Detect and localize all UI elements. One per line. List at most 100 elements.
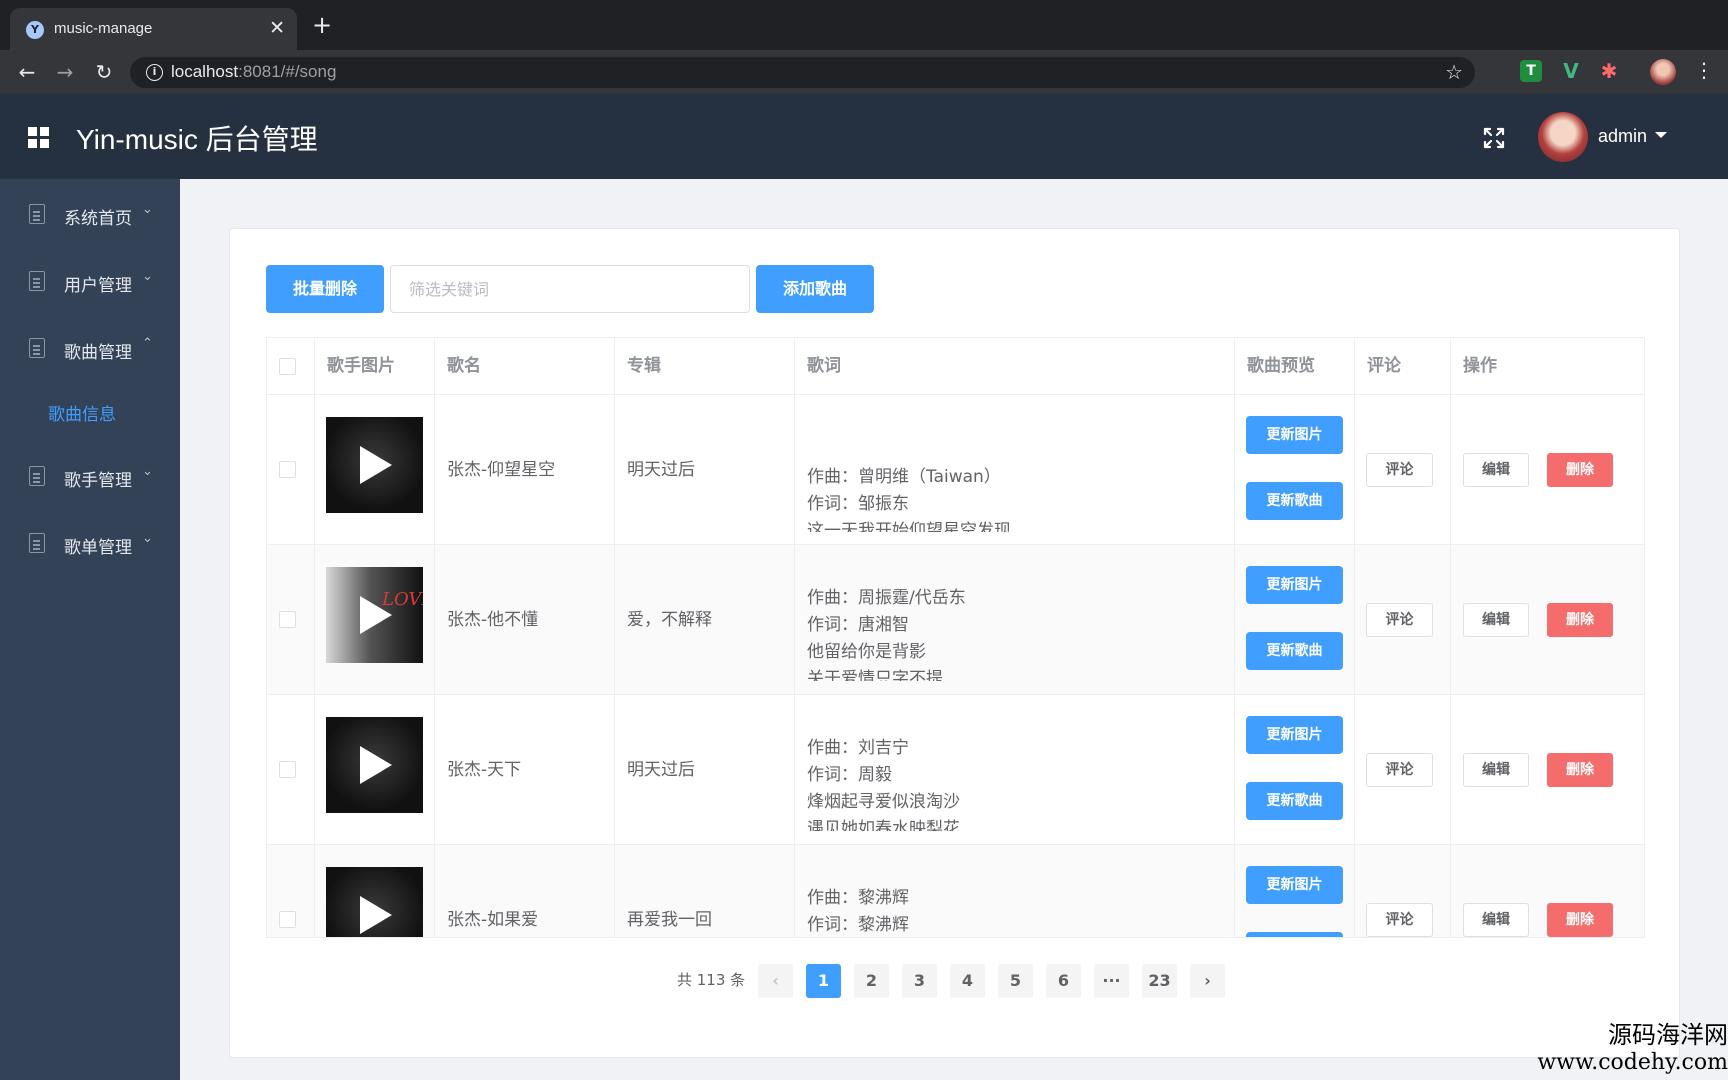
sidebar-subitem-song-info[interactable]: 歌曲信息	[48, 400, 116, 425]
song-name: 张杰-仰望星空	[435, 395, 615, 545]
singer-cover-image[interactable]	[326, 417, 423, 513]
next-page-button[interactable]: ›	[1190, 964, 1225, 998]
edit-button[interactable]: 编辑	[1463, 603, 1529, 637]
edit-button[interactable]: 编辑	[1463, 903, 1529, 937]
chevron-down-icon: ⌄	[142, 202, 153, 217]
chevron-down-icon: ⌄	[142, 464, 153, 479]
page-button[interactable]: 5	[998, 964, 1033, 998]
singer-cover-image[interactable]	[326, 867, 423, 937]
page-button[interactable]: 3	[902, 964, 937, 998]
sidebar-item-users[interactable]: 用户管理 ⌄	[0, 255, 180, 305]
song-name: 张杰-如果爱	[435, 845, 615, 937]
page-button[interactable]: 1	[806, 964, 841, 998]
comment-button[interactable]: 评论	[1366, 753, 1433, 787]
play-icon[interactable]	[360, 596, 392, 634]
vue-devtools-icon[interactable]: V	[1560, 60, 1582, 82]
extension-t-icon[interactable]: T	[1520, 60, 1542, 82]
content-card: 批量删除 添加歌曲 歌手图片 歌名 专辑 歌词 歌曲预览 评论 操作 张杰-仰望…	[229, 228, 1680, 1058]
prev-page-button[interactable]: ‹	[758, 964, 793, 998]
menu-kebab-icon[interactable]: ⋮	[1694, 58, 1714, 82]
row-checkbox[interactable]	[279, 911, 296, 928]
document-icon	[29, 204, 45, 224]
chevron-down-icon: ⌄	[142, 531, 153, 546]
grid-menu-icon[interactable]	[28, 127, 49, 148]
page-button[interactable]: 23	[1142, 964, 1177, 998]
user-name[interactable]: admin	[1598, 126, 1647, 147]
song-name: 张杰-他不懂	[435, 545, 615, 695]
sidebar-item-singers[interactable]: 歌手管理 ⌄	[0, 450, 180, 500]
browser-tab[interactable]: Y music-manage ✕	[10, 8, 297, 50]
update-picture-button[interactable]: 更新图片	[1246, 716, 1343, 754]
page-ellipsis[interactable]: ···	[1094, 964, 1129, 998]
row-checkbox[interactable]	[279, 461, 296, 478]
close-icon[interactable]: ✕	[269, 17, 285, 39]
batch-delete-button[interactable]: 批量删除	[266, 265, 384, 313]
comment-button[interactable]: 评论	[1366, 453, 1433, 487]
update-picture-button[interactable]: 更新图片	[1246, 566, 1343, 604]
singer-cover-image[interactable]: LOVE	[326, 567, 423, 663]
update-picture-button[interactable]: 更新图片	[1246, 416, 1343, 454]
songs-table: 歌手图片 歌名 专辑 歌词 歌曲预览 评论 操作 张杰-仰望星空 明天过后 作曲…	[266, 337, 1645, 938]
play-icon[interactable]	[360, 896, 392, 934]
delete-button[interactable]: 删除	[1547, 753, 1613, 787]
app-header: Yin-music 后台管理 admin	[0, 94, 1728, 179]
chevron-up-icon: ⌃	[142, 336, 153, 351]
filter-input[interactable]	[390, 265, 750, 313]
add-song-button[interactable]: 添加歌曲	[756, 265, 874, 313]
caret-down-icon[interactable]	[1655, 132, 1667, 138]
table-header: 歌手图片 歌名 专辑 歌词 歌曲预览 评论 操作	[267, 338, 1644, 395]
play-icon[interactable]	[360, 446, 392, 484]
album-name: 再爱我一回	[615, 845, 795, 937]
new-tab-icon[interactable]: +	[312, 12, 332, 38]
column-header: 歌词	[795, 338, 1235, 395]
update-song-button[interactable]: 更新歌曲	[1246, 482, 1343, 520]
row-checkbox[interactable]	[279, 611, 296, 628]
edit-button[interactable]: 编辑	[1463, 453, 1529, 487]
sidebar-item-label: 歌曲管理	[64, 343, 132, 363]
document-icon	[29, 271, 45, 291]
chevron-down-icon: ⌄	[142, 269, 153, 284]
profile-avatar-icon[interactable]	[1650, 59, 1676, 85]
document-icon	[29, 338, 45, 358]
sidebar-item-playlists[interactable]: 歌单管理 ⌄	[0, 517, 180, 567]
page-button[interactable]: 4	[950, 964, 985, 998]
delete-button[interactable]: 删除	[1547, 903, 1613, 937]
column-header: 专辑	[615, 338, 795, 395]
delete-button[interactable]: 删除	[1547, 453, 1613, 487]
user-avatar[interactable]	[1538, 112, 1588, 162]
forward-arrow-icon[interactable]: →	[52, 59, 78, 85]
update-song-button[interactable]: 更新歌曲	[1246, 932, 1343, 937]
edit-button[interactable]: 编辑	[1463, 753, 1529, 787]
comment-button[interactable]: 评论	[1366, 603, 1433, 637]
select-all-checkbox[interactable]	[279, 358, 296, 375]
bookmark-star-icon[interactable]: ☆	[1445, 60, 1463, 84]
page-button[interactable]: 2	[854, 964, 889, 998]
sidebar-item-label: 用户管理	[64, 276, 132, 296]
browser-toolbar: ← → ↻ i localhost:8081/#/song ☆ T V ✱ ⋮	[0, 50, 1728, 94]
column-header: 评论	[1355, 338, 1451, 395]
update-song-button[interactable]: 更新歌曲	[1246, 632, 1343, 670]
tab-title: music-manage	[54, 20, 153, 37]
address-bar[interactable]: i localhost:8081/#/song ☆	[130, 57, 1475, 88]
table-row: 张杰-如果爱 再爱我一回 作曲：黎沸辉 作词：黎沸辉 更新图片 更新歌曲 评论 …	[267, 845, 1644, 937]
singer-cover-image[interactable]	[326, 717, 423, 813]
sidebar-item-home[interactable]: 系统首页 ⌄	[0, 188, 180, 238]
play-icon[interactable]	[360, 746, 392, 784]
delete-button[interactable]: 删除	[1547, 603, 1613, 637]
album-name: 明天过后	[615, 695, 795, 845]
back-arrow-icon[interactable]: ←	[14, 59, 40, 85]
table-row: 张杰-天下 明天过后 作曲：刘吉宁 作词：周毅 烽烟起寻爱似浪淘沙 遇见她如春水…	[267, 695, 1644, 845]
sidebar-item-songs[interactable]: 歌曲管理 ⌃	[0, 322, 180, 372]
comment-button[interactable]: 评论	[1366, 903, 1433, 937]
column-header: 操作	[1463, 356, 1497, 376]
row-checkbox[interactable]	[279, 761, 296, 778]
page-button[interactable]: 6	[1046, 964, 1081, 998]
update-song-button[interactable]: 更新歌曲	[1246, 782, 1343, 820]
info-icon[interactable]: i	[146, 64, 163, 81]
update-picture-button[interactable]: 更新图片	[1246, 866, 1343, 904]
extension-asterisk-icon[interactable]: ✱	[1598, 60, 1620, 82]
reload-icon[interactable]: ↻	[91, 59, 117, 85]
app-title: Yin-music 后台管理	[76, 124, 318, 155]
fullscreen-icon[interactable]	[1480, 124, 1508, 152]
column-header: 歌名	[435, 338, 615, 395]
